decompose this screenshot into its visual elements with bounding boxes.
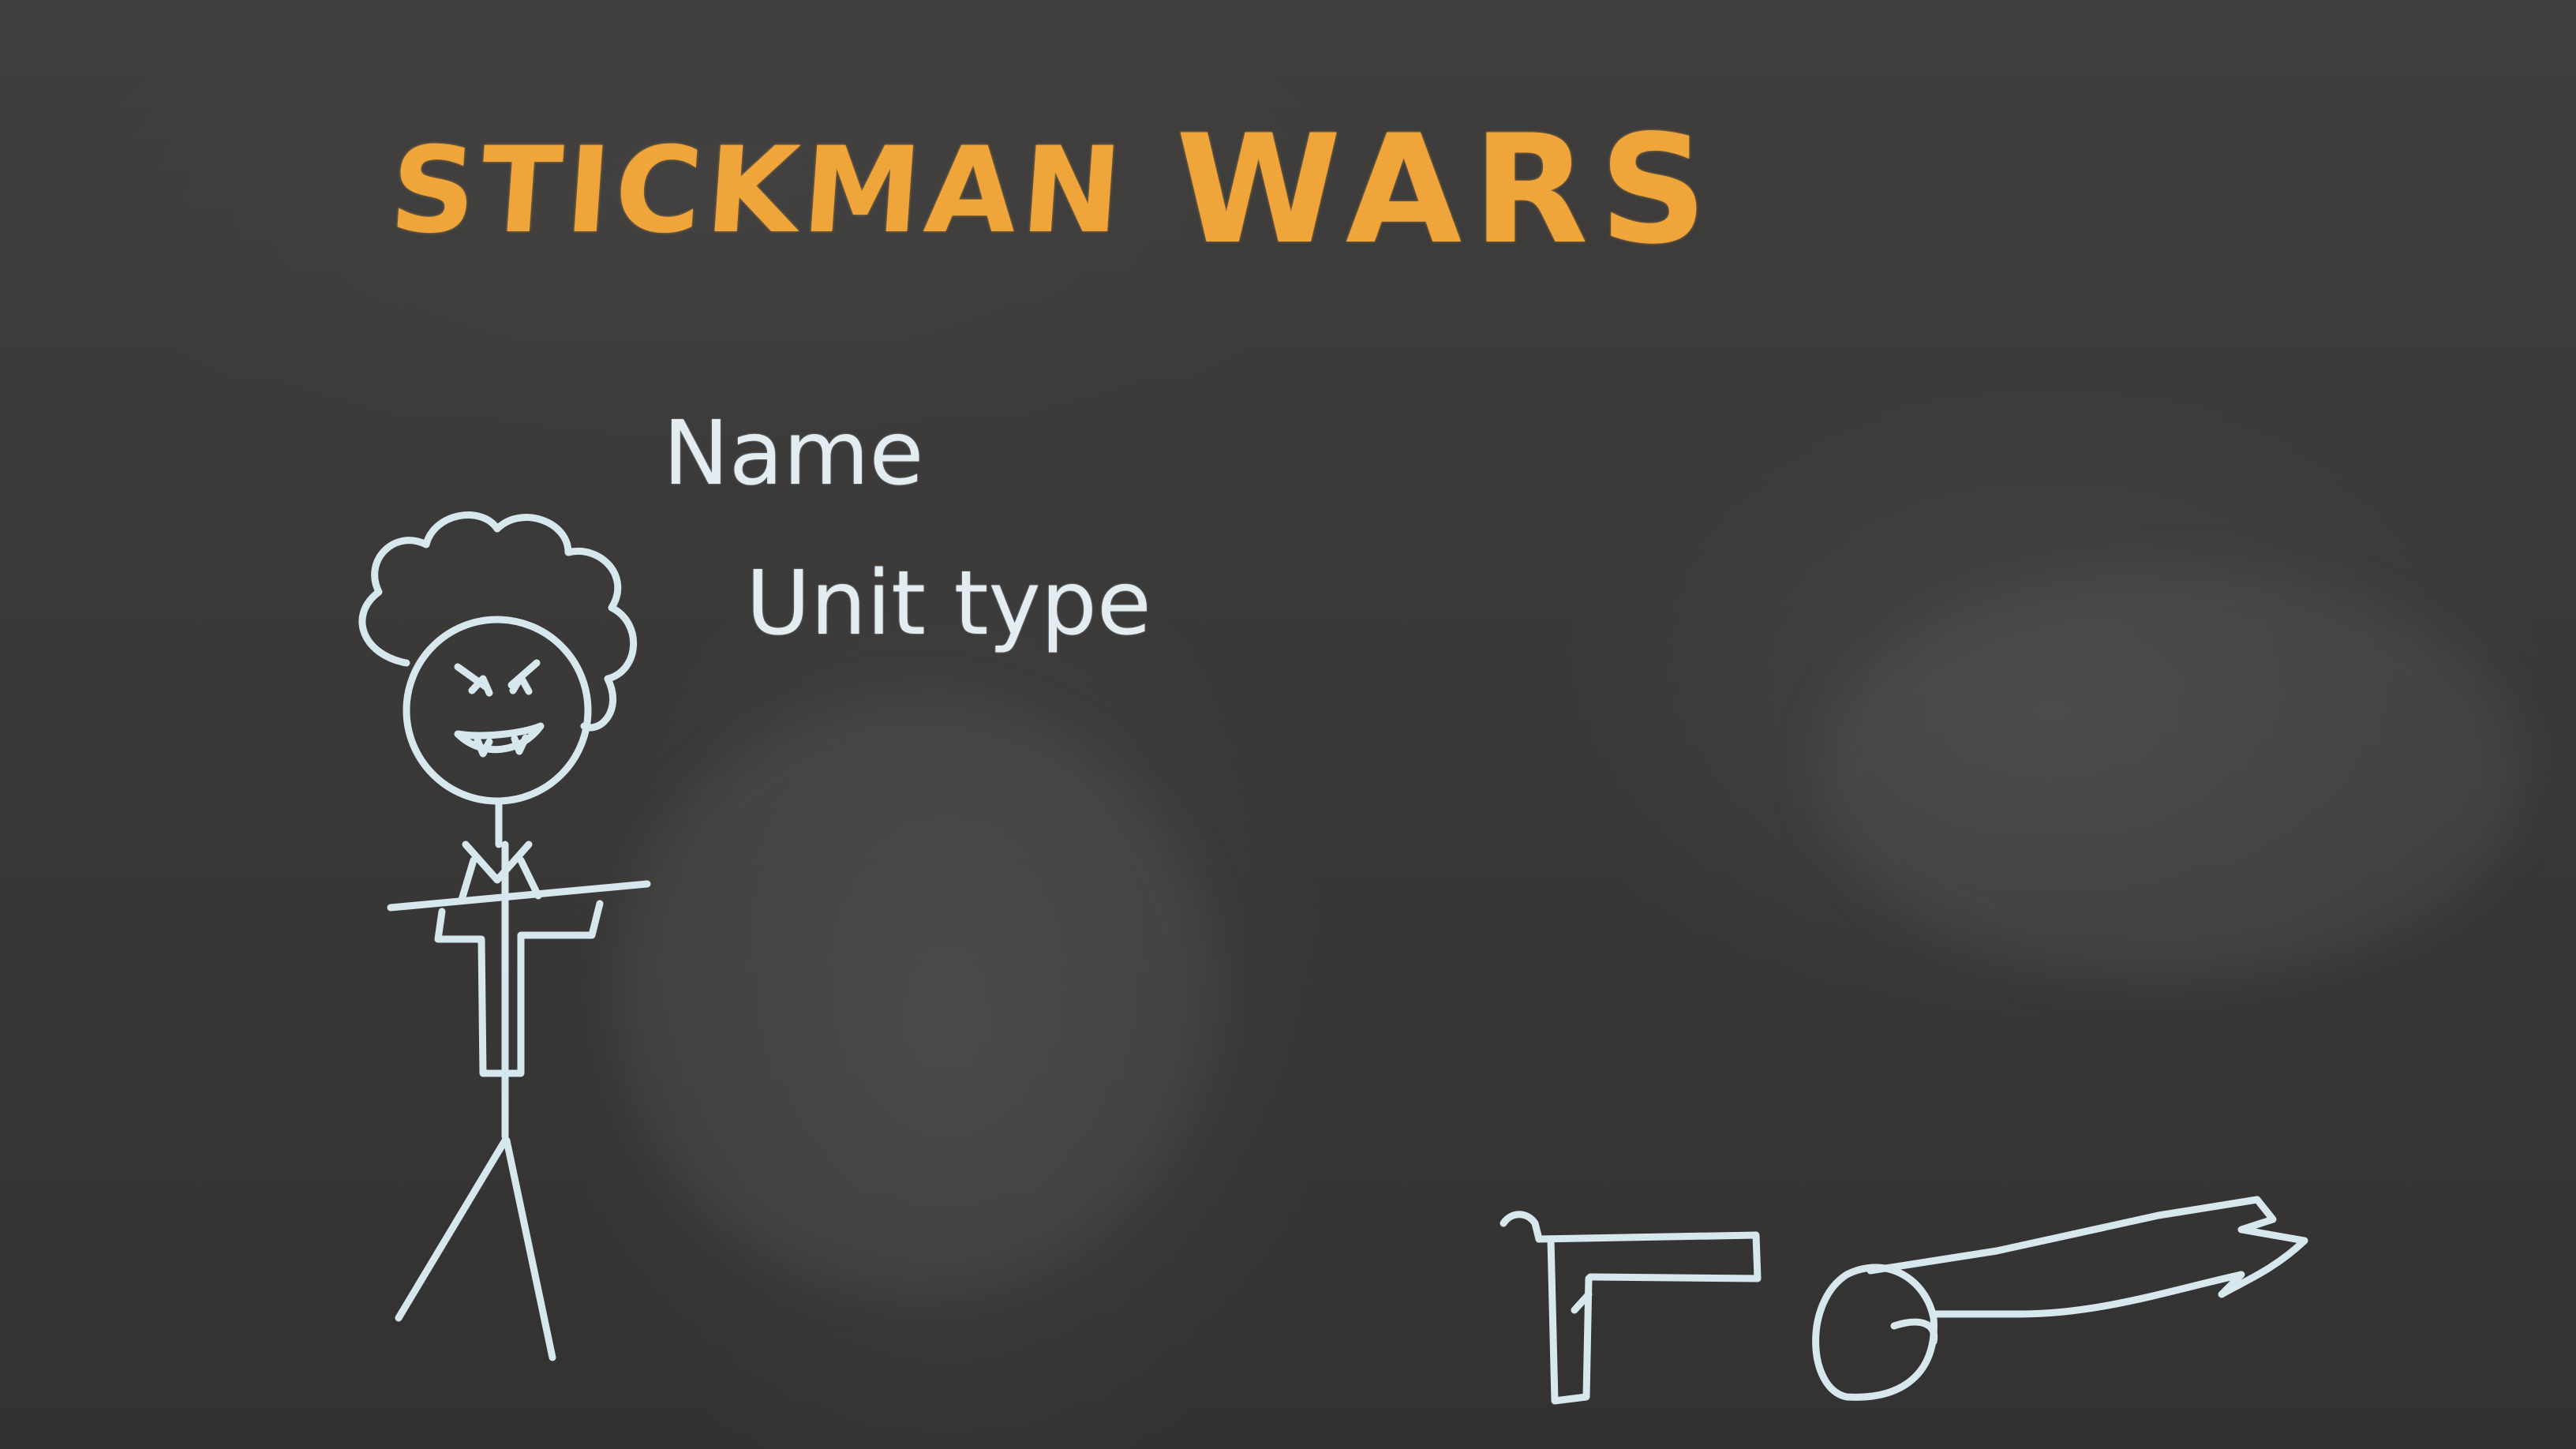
eyes [468, 673, 533, 697]
collar [458, 841, 542, 904]
pistol-barrel [1535, 1231, 1762, 1282]
pistol-hammer [1500, 1211, 1543, 1243]
game-title-wars: WARS [1176, 103, 1719, 277]
torso-outline [434, 900, 604, 1077]
thumb [1890, 1318, 1938, 1346]
pistol-icon [1500, 1211, 1762, 1405]
chalkboard: STICKMAN WARS Name Unit type [0, 0, 2576, 1449]
chalk-smudge [616, 695, 1215, 1294]
sword-arm-icon [1812, 1196, 2308, 1401]
game-title-stickman: STICKMAN [385, 122, 1131, 260]
unit-name-label: Name [663, 402, 924, 505]
stickman-character-icon [358, 511, 651, 1361]
fist [1812, 1264, 1938, 1401]
chalk-smudge [1815, 568, 2525, 979]
arms [387, 880, 651, 912]
left-leg [395, 1136, 509, 1322]
right-leg [503, 1136, 556, 1361]
unit-type-label: Unit type [746, 552, 1151, 655]
pistol-grip [1547, 1235, 1593, 1405]
sword-blade [1866, 1196, 2308, 1318]
head [402, 616, 592, 805]
